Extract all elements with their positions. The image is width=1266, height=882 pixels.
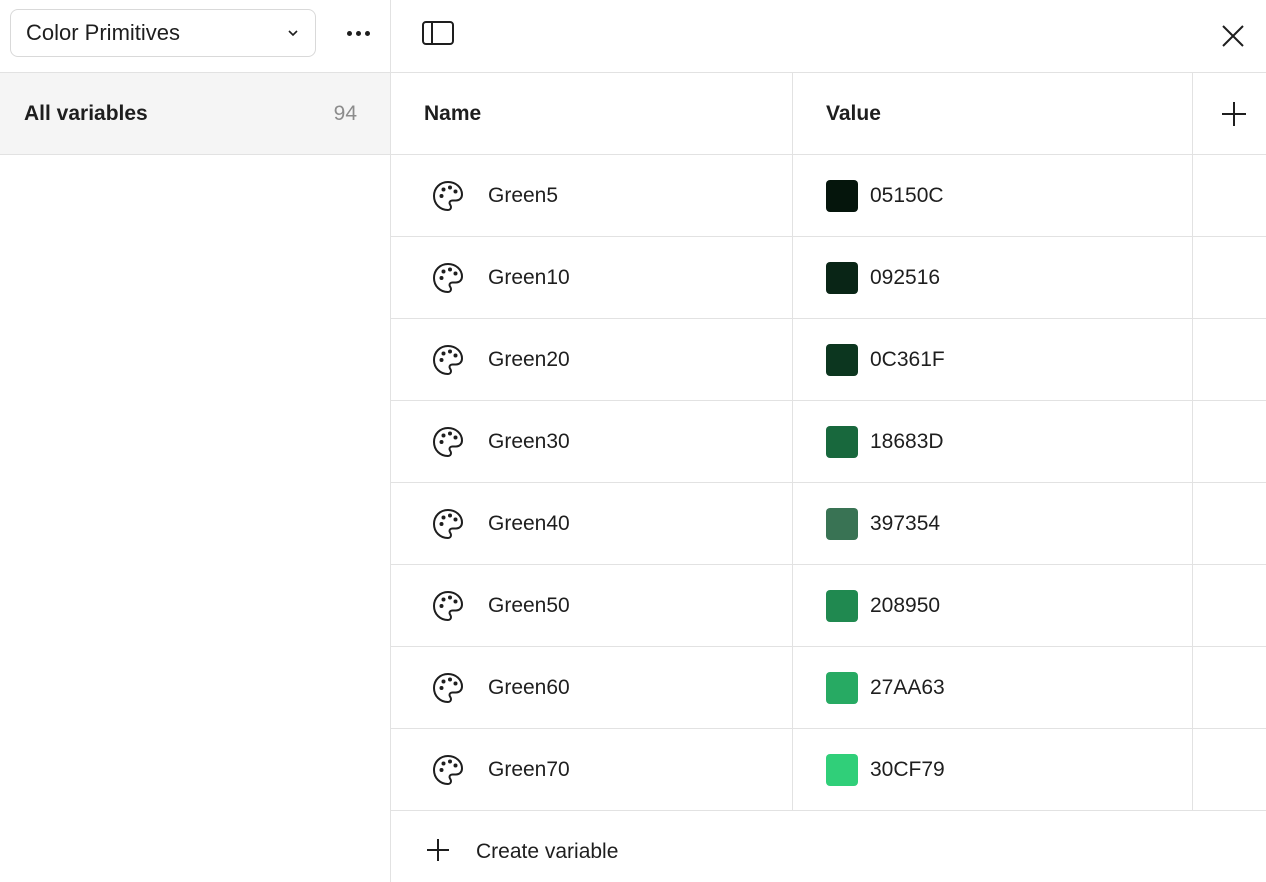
sidebar-panel-icon — [422, 21, 454, 45]
variable-name[interactable]: Green30 — [488, 401, 570, 483]
variable-value[interactable]: 30CF79 — [870, 729, 945, 811]
close-button[interactable] — [1217, 20, 1249, 52]
variables-panel: Name Value Green5 05150C Green10 092516 Gree… — [391, 0, 1266, 882]
variable-value[interactable]: 18683D — [870, 401, 944, 483]
table-row[interactable]: Green70 30CF79 — [391, 729, 1266, 811]
palette-icon — [431, 425, 465, 459]
color-swatch[interactable] — [826, 262, 858, 294]
table-row[interactable]: Green20 0C361F — [391, 319, 1266, 401]
more-options-button[interactable] — [336, 14, 380, 52]
more-dot-icon — [364, 30, 370, 36]
collection-dropdown-label: Color Primitives — [26, 20, 181, 45]
palette-icon — [431, 343, 465, 377]
group-item-all-variables[interactable]: All variables 94 — [0, 73, 390, 155]
sidebar-toggle-button[interactable] — [421, 20, 459, 50]
variable-value[interactable]: 0C361F — [870, 319, 945, 401]
column-header-value[interactable]: Value — [826, 73, 881, 155]
more-dot-icon — [346, 30, 352, 36]
palette-icon — [431, 507, 465, 541]
add-column-button[interactable] — [1217, 97, 1251, 131]
create-variable-label: Create variable — [476, 840, 619, 863]
plus-icon — [427, 839, 449, 861]
variable-value[interactable]: 208950 — [870, 565, 940, 647]
collection-dropdown[interactable]: Color Primitives — [10, 9, 316, 57]
color-swatch[interactable] — [826, 426, 858, 458]
variable-value[interactable]: 397354 — [870, 483, 940, 565]
variable-value[interactable]: 05150C — [870, 155, 944, 237]
variable-name[interactable]: Green50 — [488, 565, 570, 647]
table-row[interactable]: Green5 05150C — [391, 155, 1266, 237]
color-swatch[interactable] — [826, 672, 858, 704]
table-row[interactable]: Green60 27AA63 — [391, 647, 1266, 729]
group-item-label: All variables — [24, 101, 148, 125]
table-row[interactable]: Green30 18683D — [391, 401, 1266, 483]
table-row[interactable]: Green10 092516 — [391, 237, 1266, 319]
variable-name[interactable]: Green40 — [488, 483, 570, 565]
group-item-count: 94 — [333, 101, 357, 125]
table-row[interactable]: Green40 397354 — [391, 483, 1266, 565]
more-dot-icon — [355, 30, 361, 36]
collections-sidebar: Color Primitives All variables 94 — [0, 0, 391, 882]
plus-icon — [1222, 102, 1246, 126]
create-variable-button[interactable]: Create variable — [391, 811, 1266, 882]
variable-name[interactable]: Green10 — [488, 237, 570, 319]
variable-name[interactable]: Green5 — [488, 155, 558, 237]
color-swatch[interactable] — [826, 344, 858, 376]
color-swatch[interactable] — [826, 508, 858, 540]
column-header-name[interactable]: Name — [424, 73, 481, 155]
variable-value[interactable]: 27AA63 — [870, 647, 945, 729]
chevron-down-icon — [286, 26, 300, 40]
palette-icon — [431, 261, 465, 295]
variable-value[interactable]: 092516 — [870, 237, 940, 319]
palette-icon — [431, 589, 465, 623]
table-row[interactable]: Green50 208950 — [391, 565, 1266, 647]
variable-name[interactable]: Green70 — [488, 729, 570, 811]
color-swatch[interactable] — [826, 754, 858, 786]
toolbar — [391, 0, 1266, 73]
variable-name[interactable]: Green60 — [488, 647, 570, 729]
palette-icon — [431, 753, 465, 787]
color-swatch[interactable] — [826, 590, 858, 622]
table-header: Name Value — [391, 73, 1266, 155]
palette-icon — [431, 671, 465, 705]
close-icon — [1222, 25, 1244, 47]
palette-icon — [431, 179, 465, 213]
color-swatch[interactable] — [826, 180, 858, 212]
variable-name[interactable]: Green20 — [488, 319, 570, 401]
